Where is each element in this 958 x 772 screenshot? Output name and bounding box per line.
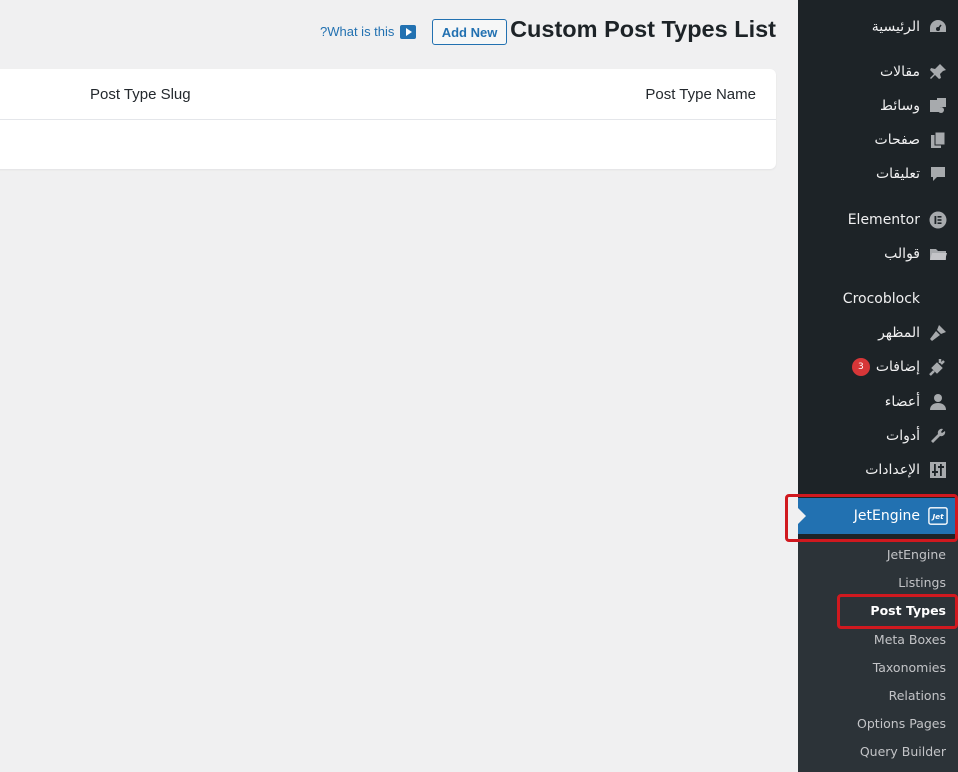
- crocoblock-icon: [928, 289, 948, 309]
- help-link-label: ?What is this: [320, 24, 395, 39]
- sidebar-item-label: أعضاء: [884, 394, 920, 410]
- post-types-table: Post Type Slug Post Type Name: [0, 69, 776, 169]
- submenu-item-taxonomies[interactable]: Taxonomies: [873, 660, 946, 675]
- dashboard-icon: [928, 17, 948, 37]
- sidebar-item-users[interactable]: أعضاء: [798, 385, 958, 419]
- settings-icon: [928, 460, 948, 480]
- folder-icon: [928, 244, 948, 264]
- play-icon: [400, 24, 417, 39]
- comment-icon: [928, 164, 948, 184]
- sidebar-item-label: Elementor: [847, 212, 920, 228]
- sidebar-item-label: الإعدادات: [865, 462, 920, 478]
- pages-icon: [928, 130, 948, 150]
- submenu-item-meta-boxes[interactable]: Meta Boxes: [874, 632, 946, 647]
- submenu-item-relations[interactable]: Relations: [889, 688, 946, 703]
- submenu-item-options-pages[interactable]: Options Pages: [857, 716, 946, 731]
- page-title: Custom Post Types List: [510, 16, 776, 42]
- what-is-this-link[interactable]: ?What is this: [320, 24, 417, 39]
- submenu-item-listings[interactable]: Listings: [898, 575, 946, 590]
- update-count-badge: 3: [851, 358, 870, 376]
- sidebar-item-templates[interactable]: قوالب: [798, 237, 958, 271]
- admin-sidebar: الرئيسية مقالات وسائط صفحات تعليقات Elem…: [798, 0, 958, 772]
- jetengine-submenu: JetEngine Listings Post Types Meta Boxes…: [798, 540, 958, 772]
- sidebar-item-plugins[interactable]: 3 إضافات: [798, 350, 958, 384]
- sidebar-item-label: وسائط: [880, 98, 920, 114]
- column-header-post-type-slug: Post Type Slug: [90, 86, 191, 103]
- sidebar-item-comments[interactable]: تعليقات: [798, 157, 958, 191]
- sidebar-item-elementor[interactable]: Elementor: [798, 203, 958, 237]
- sidebar-item-appearance[interactable]: المظهر: [798, 316, 958, 350]
- add-new-button[interactable]: Add New: [432, 19, 507, 45]
- sidebar-item-settings[interactable]: الإعدادات: [798, 453, 958, 487]
- submenu-item-jetengine[interactable]: JetEngine: [887, 547, 946, 562]
- sidebar-item-label: الرئيسية: [871, 19, 920, 35]
- user-icon: [928, 392, 948, 412]
- sidebar-item-posts[interactable]: مقالات: [798, 55, 958, 89]
- sidebar-item-label: Crocoblock: [842, 291, 920, 307]
- sidebar-item-label: تعليقات: [875, 166, 920, 182]
- sidebar-item-tools[interactable]: أدوات: [798, 419, 958, 453]
- main-content: Custom Post Types List Add New ?What is …: [0, 0, 798, 772]
- sidebar-item-pages[interactable]: صفحات: [798, 123, 958, 157]
- table-header: Post Type Slug Post Type Name: [0, 69, 776, 120]
- sidebar-item-dashboard[interactable]: الرئيسية: [798, 10, 958, 44]
- plugin-icon: [928, 357, 948, 377]
- sidebar-item-label: صفحات: [874, 132, 920, 148]
- media-icon: [928, 96, 948, 116]
- pin-icon: [928, 62, 948, 82]
- sidebar-item-media[interactable]: وسائط: [798, 89, 958, 123]
- column-header-post-type-name: Post Type Name: [645, 86, 756, 103]
- elementor-icon: [928, 210, 948, 230]
- brush-icon: [928, 323, 948, 343]
- sidebar-item-label: إضافات: [875, 359, 920, 375]
- sidebar-item-crocoblock[interactable]: Crocoblock: [798, 282, 958, 316]
- sidebar-item-label: المظهر: [878, 325, 920, 341]
- sidebar-item-label: قوالب: [884, 246, 920, 262]
- submenu-item-query-builder[interactable]: Query Builder: [860, 744, 946, 759]
- sidebar-item-label: مقالات: [879, 64, 920, 80]
- sidebar-item-label: أدوات: [886, 428, 920, 444]
- wrench-icon: [928, 426, 948, 446]
- post-types-highlight-box: [837, 594, 958, 629]
- jetengine-highlight-box: [785, 494, 958, 542]
